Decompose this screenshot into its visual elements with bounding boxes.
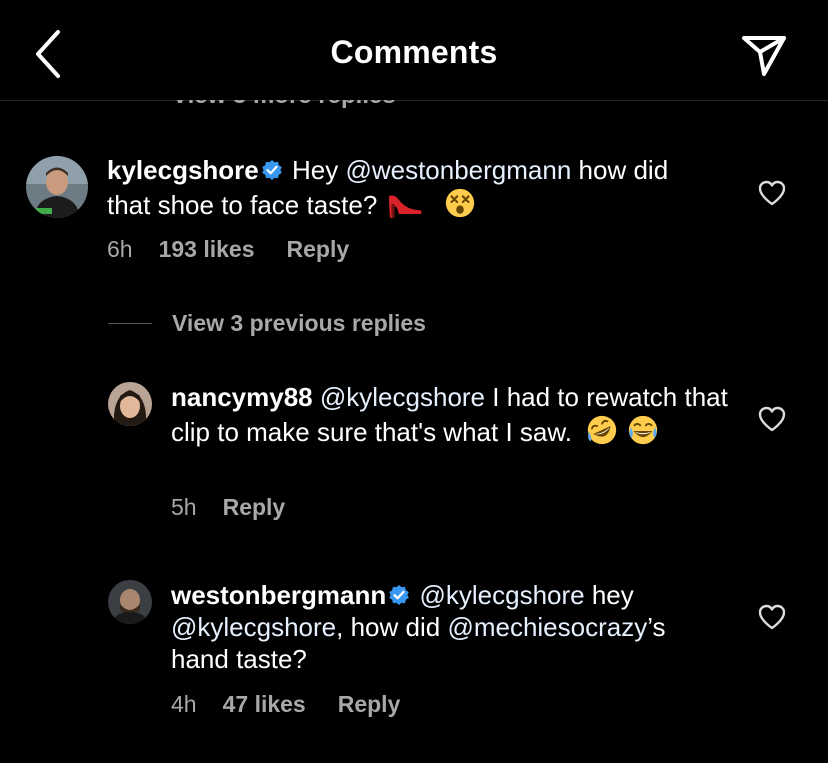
reply-button[interactable]: Reply — [338, 691, 401, 717]
view-previous-replies-button[interactable]: View 3 previous replies — [108, 308, 426, 338]
like-button[interactable] — [758, 604, 786, 630]
comment-meta: 5h Reply — [171, 494, 285, 521]
high-heel-shoe-icon — [388, 195, 422, 218]
heart-outline-icon — [758, 604, 786, 630]
likes-count[interactable]: 47 likes — [223, 691, 306, 717]
mention-link[interactable]: @kylecgshore — [419, 580, 584, 610]
comment-username[interactable]: kylecgshore — [107, 155, 259, 185]
comment-text: kylecgshore Hey @westonbergmann how did … — [107, 155, 669, 220]
mention-link[interactable]: @mechiesocrazy — [447, 612, 647, 642]
comment-text: westonbergmann @kylecgshore hey @kylecgs… — [171, 580, 666, 674]
page-title: Comments — [330, 34, 498, 70]
clipped-view-more-replies[interactable]: View 3 more replies — [172, 100, 396, 108]
mention-link[interactable]: @westonbergmann — [345, 155, 571, 185]
tears-of-joy-icon — [629, 415, 658, 445]
like-button[interactable] — [758, 406, 786, 432]
heart-outline-icon — [758, 406, 786, 432]
dizzy-face-icon — [445, 188, 474, 218]
comment-username[interactable]: nancymy88 — [171, 382, 313, 412]
reply-button[interactable]: Reply — [287, 236, 350, 262]
avatar[interactable] — [26, 156, 88, 218]
likes-count[interactable]: 193 likes — [159, 236, 255, 262]
comment-username[interactable]: westonbergmann — [171, 580, 386, 610]
rolling-on-floor-laughing-icon — [587, 415, 617, 445]
mention-link[interactable]: @kylecgshore — [171, 612, 336, 642]
comment-meta: 4h 47 likes Reply — [171, 691, 400, 718]
comment-time: 4h — [171, 691, 197, 717]
heart-outline-icon — [758, 180, 786, 206]
send-button[interactable] — [738, 30, 790, 82]
like-button[interactable] — [758, 180, 786, 206]
view-previous-label: View 3 previous replies — [172, 309, 426, 336]
comment-time: 5h — [171, 494, 197, 520]
comment-text: nancymy88 @kylecgshore I had to rewatch … — [171, 382, 728, 447]
verified-badge-icon — [261, 160, 282, 180]
verified-badge-icon — [389, 585, 410, 605]
comment-meta: 6h 193 likes Reply — [107, 236, 349, 263]
mention-link[interactable]: @kylecgshore — [320, 382, 485, 412]
thread-line — [108, 322, 152, 324]
avatar[interactable] — [108, 382, 152, 426]
comment-time: 6h — [107, 236, 133, 262]
avatar[interactable] — [108, 580, 152, 624]
reply-button[interactable]: Reply — [223, 494, 286, 520]
header-bar: Comments — [0, 0, 828, 101]
send-paper-plane-icon — [742, 36, 786, 76]
